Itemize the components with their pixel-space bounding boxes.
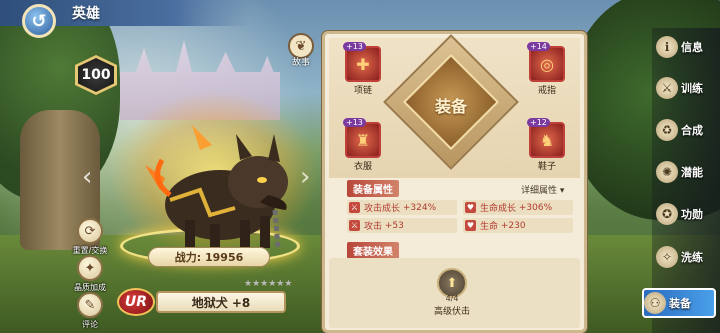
equip-center-label: 装备 <box>434 97 467 116</box>
set-count: 4/4 <box>445 294 459 303</box>
stat-attack: ⚔ 攻击 +53 <box>347 218 457 233</box>
slot-ring[interactable]: ◎ +14 戒指 <box>527 42 565 96</box>
back-arrow-icon: ↺ <box>31 10 47 32</box>
detail-attributes-label: 详细属性 <box>521 186 558 196</box>
heart-icon: ♥ <box>465 220 476 231</box>
nav-train[interactable]: ⚔ 训练 <box>656 73 718 103</box>
stat-value: +306% <box>518 202 553 213</box>
nav-potential[interactable]: ✺ 潜能 <box>656 157 718 187</box>
reset-swap-button[interactable]: ⟳ 重置/交换 <box>68 218 112 256</box>
boots-icon: ♞ +12 <box>527 118 565 158</box>
stat-label: 生命成长 <box>480 204 517 214</box>
medal-icon: ✪ <box>656 203 678 225</box>
equipment-panel: 装备 ✚ +13 项链 ◎ +14 戒指 ♜ +13 衣服 ♞ +12 鞋子 装备属性 … <box>322 31 587 333</box>
refine-icon: ✧ <box>656 246 678 268</box>
comment-label: 评论 <box>82 320 98 329</box>
sword-icon: ⚔ <box>349 220 360 231</box>
book-icon: ❦ <box>295 38 307 54</box>
slot-shoes[interactable]: ♞ +12 鞋子 <box>527 118 565 172</box>
nav-merit-label: 功勋 <box>681 208 703 221</box>
talent-bonus-button[interactable]: ✦ 晶质加成 <box>68 255 112 293</box>
sword-icon: ⚔ <box>349 202 360 213</box>
slot-necklace[interactable]: ✚ +13 项链 <box>343 42 381 96</box>
stat-label: 攻击 <box>364 222 383 232</box>
nav-refine-label: 洗练 <box>681 251 703 264</box>
armor-icon: ♜ +13 <box>343 118 381 158</box>
shoes-level: +12 <box>527 118 550 127</box>
set-name: 高级伏击 <box>433 307 470 317</box>
slot-clothes[interactable]: ♜ +13 衣服 <box>343 118 381 172</box>
nav-info[interactable]: ℹ 信息 <box>656 32 718 62</box>
nav-merit[interactable]: ✪ 功勋 <box>656 199 718 229</box>
stat-hp: ♥ 生命 +230 <box>463 218 573 233</box>
ring-level: +14 <box>527 42 550 51</box>
combat-power: 战力: 19956 <box>148 247 270 267</box>
info-icon: ℹ <box>656 36 678 58</box>
swap-icon: ⟳ <box>77 218 103 244</box>
stat-value: +324% <box>402 202 437 213</box>
nav-refine[interactable]: ✧ 洗练 <box>656 242 718 272</box>
nav-equipment[interactable]: ⚇ 装备 <box>642 288 716 318</box>
set-effect-title: 套装效果 <box>347 242 399 259</box>
hellhound-hero[interactable] <box>140 120 310 260</box>
detail-attributes-link[interactable]: 详细属性 ▾ <box>521 183 564 196</box>
equipment-icon: ⚇ <box>644 292 666 314</box>
nav-potential-label: 潜能 <box>681 166 703 179</box>
ring-label: 戒指 <box>537 86 556 96</box>
chat-bubble-icon: ✎ <box>77 292 103 318</box>
comment-button[interactable]: ✎ 评论 <box>68 292 112 330</box>
compose-icon: ♻ <box>656 119 678 141</box>
heart-icon: ♥ <box>465 202 476 213</box>
shoes-label: 鞋子 <box>537 162 556 172</box>
train-icon: ⚔ <box>656 77 678 99</box>
prev-hero-arrow[interactable]: ‹ <box>82 162 92 192</box>
stat-value: +230 <box>500 220 526 231</box>
crystal-icon: ✦ <box>77 255 103 281</box>
stat-hp-growth: ♥ 生命成长 +306% <box>463 200 573 215</box>
necklace-level: +13 <box>343 42 366 51</box>
rarity-badge: UR <box>117 288 155 316</box>
potential-icon: ✺ <box>656 161 678 183</box>
chevron-down-icon: ▾ <box>559 186 565 196</box>
nav-compose-label: 合成 <box>681 124 703 137</box>
stat-value: +53 <box>384 220 404 231</box>
page-title: 英雄 <box>72 6 100 22</box>
stat-label: 攻击成长 <box>364 204 401 214</box>
nav-compose[interactable]: ♻ 合成 <box>656 115 718 145</box>
clothes-label: 衣服 <box>353 162 372 172</box>
stat-attack-growth: ⚔ 攻击成长 +324% <box>347 200 457 215</box>
nav-equipment-label: 装备 <box>669 297 691 310</box>
nav-info-label: 信息 <box>681 41 703 54</box>
hero-name: 地狱犬 +8 <box>156 291 286 313</box>
nav-train-label: 训练 <box>681 82 703 95</box>
story-label: 故事 <box>291 58 310 68</box>
back-button[interactable]: ↺ <box>22 4 56 38</box>
stat-label: 生命 <box>480 222 499 232</box>
game-scene: ↺ 英雄 100 ❦ 故事 ‹ › ⟳ 重置/交换 ✦ 晶质加成 ✎ 评论 <box>0 0 720 333</box>
clothes-level: +13 <box>343 118 366 127</box>
ring-icon: ◎ +14 <box>527 42 565 82</box>
necklace-icon: ✚ +13 <box>343 42 381 82</box>
star-rating: ★★★★★★ <box>244 279 293 289</box>
necklace-label: 项链 <box>353 86 372 96</box>
attributes-title: 装备属性 <box>347 180 399 197</box>
